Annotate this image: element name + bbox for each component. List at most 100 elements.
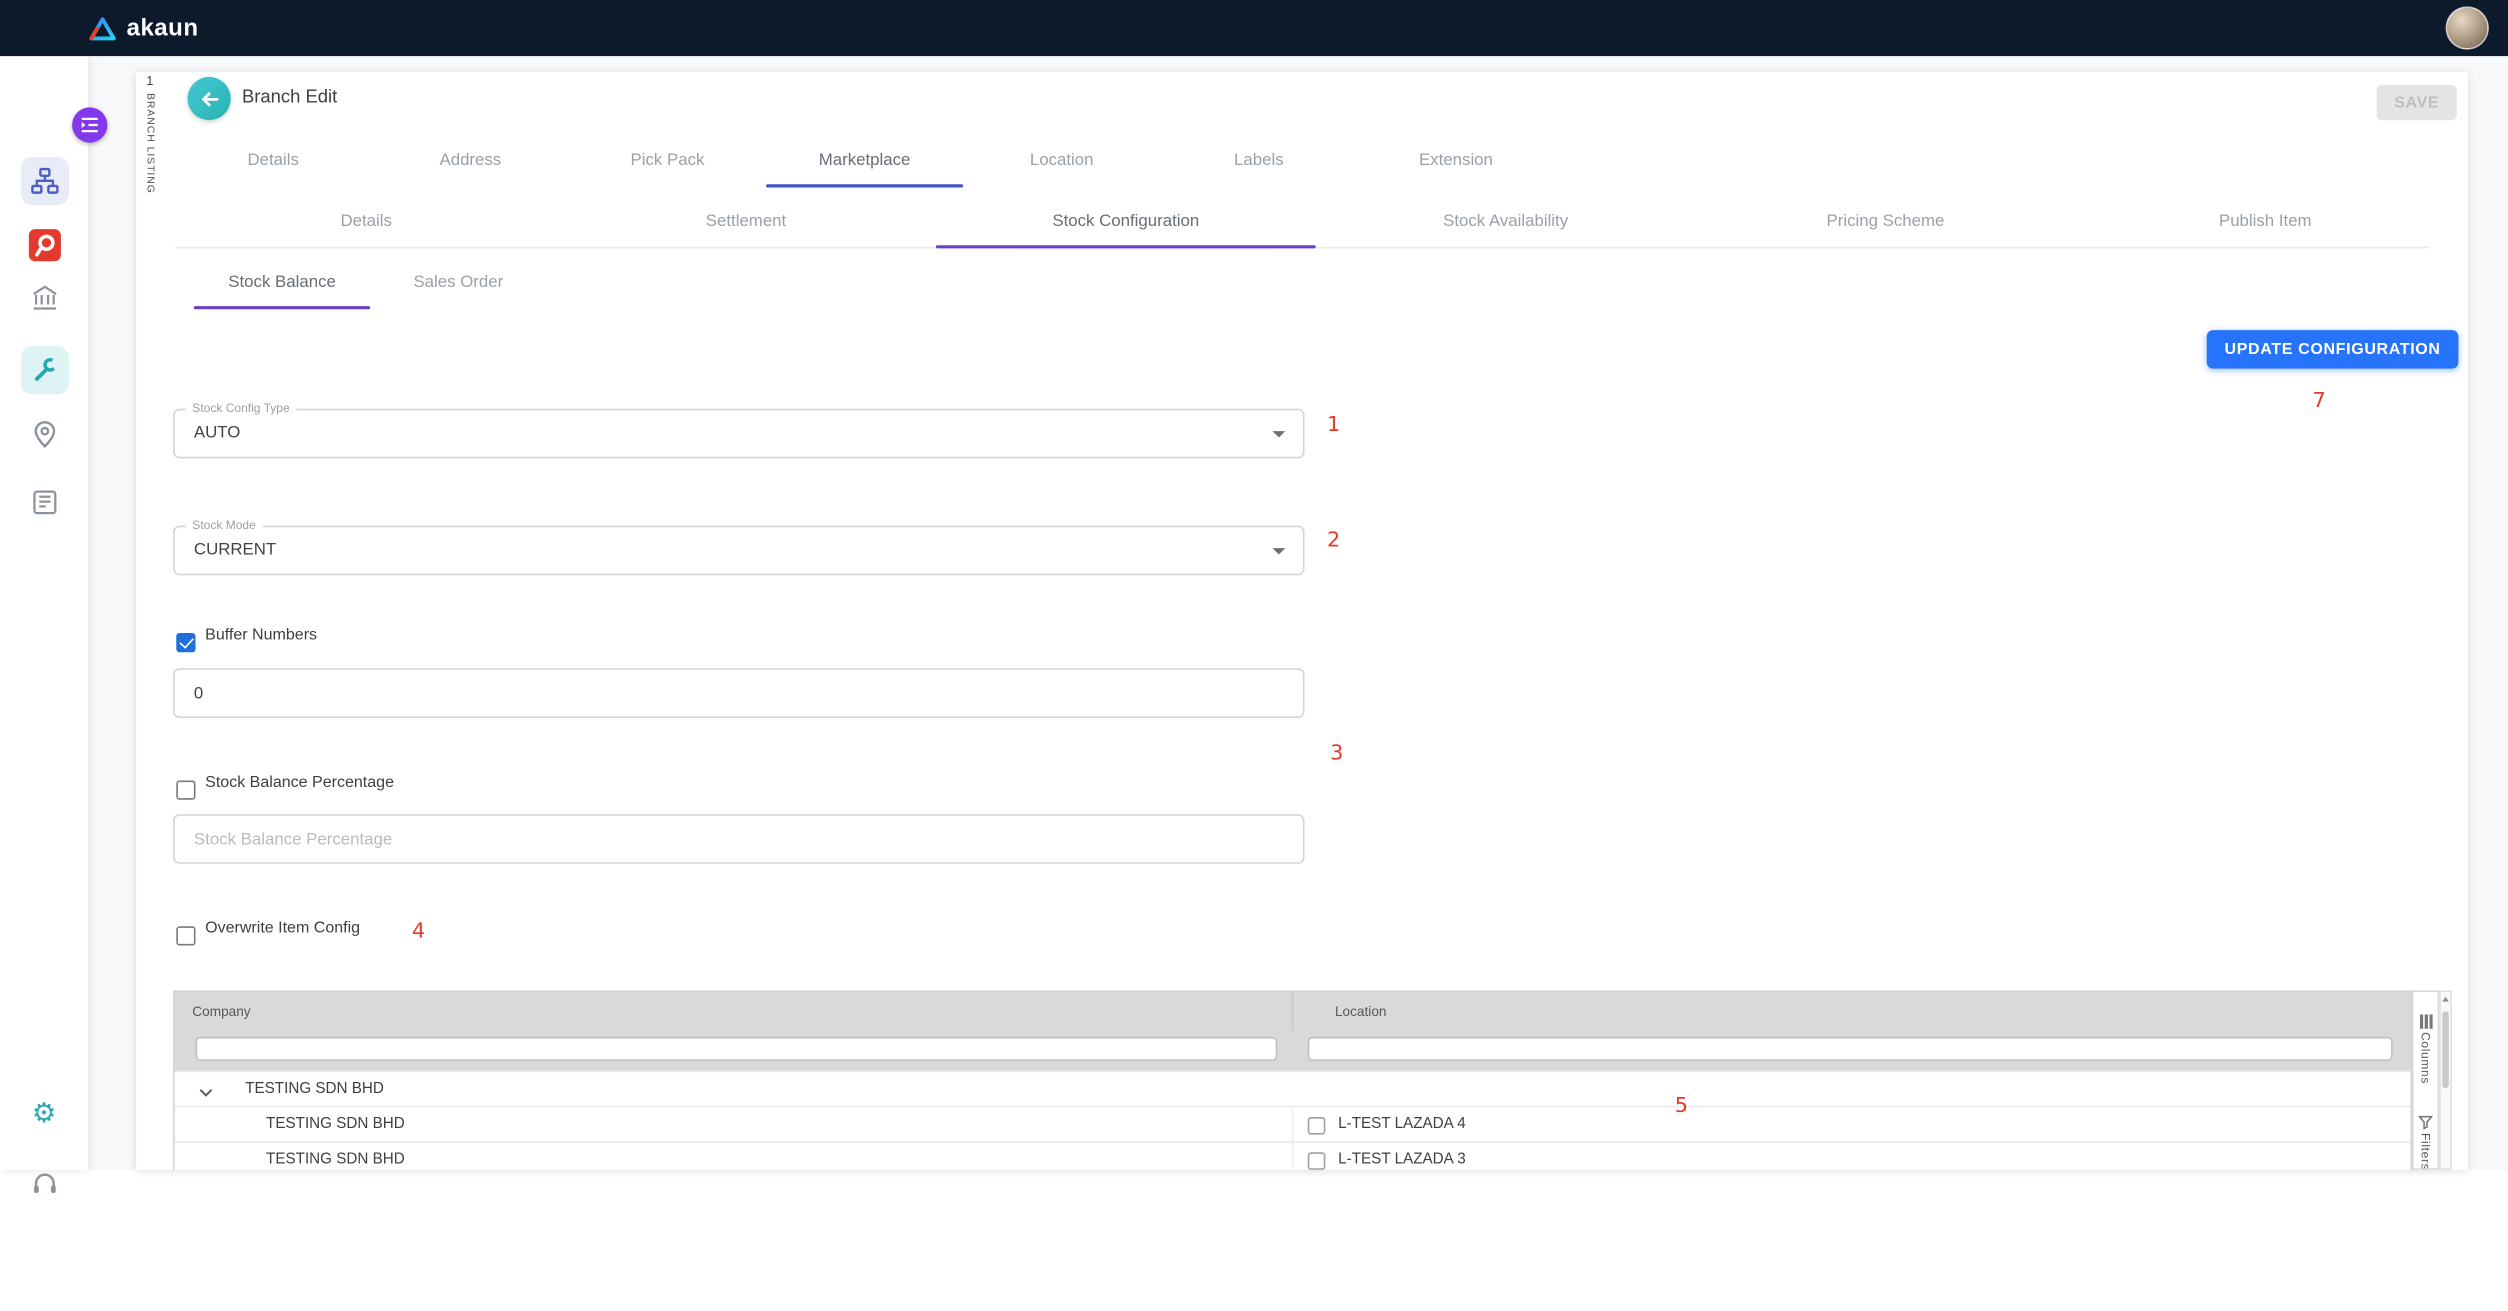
overwrite-item-config-checkbox[interactable] xyxy=(176,926,195,945)
group-row-label: TESTING SDN BHD xyxy=(245,1072,384,1107)
location-filter-input[interactable] xyxy=(1308,1037,2393,1061)
filter-funnel-icon xyxy=(2418,1116,2432,1130)
tabs-level1: Details Address Pick Pack Marketplace Lo… xyxy=(175,133,2430,187)
grid-header: Company Location xyxy=(175,992,2411,1030)
tabs-level3: Stock Balance Sales Order xyxy=(194,255,547,309)
arrow-left-icon xyxy=(198,87,220,109)
column-header-location[interactable]: Location xyxy=(1335,992,1387,1030)
annotation-1: 1 xyxy=(1327,413,1340,437)
columns-panel-button[interactable]: Columns xyxy=(2418,1014,2432,1084)
sidebar-item-location[interactable] xyxy=(31,420,57,449)
user-avatar[interactable] xyxy=(2446,6,2489,49)
wrench-icon xyxy=(30,356,59,385)
tabs-level2: Details Settlement Stock Configuration S… xyxy=(176,194,2455,248)
cell-divider xyxy=(1292,1143,1294,1170)
tab-pricing-scheme[interactable]: Pricing Scheme xyxy=(1696,194,2076,248)
grid-vertical-scrollbar[interactable] xyxy=(2439,990,2452,1169)
location-checkbox[interactable] xyxy=(1308,1116,1326,1134)
cell-divider xyxy=(1292,1107,1294,1142)
topbar: akaun xyxy=(0,0,2508,56)
company-filter-input[interactable] xyxy=(196,1037,1278,1061)
headset-icon xyxy=(30,1170,59,1197)
columns-icon xyxy=(2419,1014,2432,1028)
tab-details[interactable]: Details xyxy=(175,133,372,187)
save-button[interactable]: SAVE xyxy=(2377,85,2457,120)
page-title: Branch Edit xyxy=(242,88,337,107)
sidebar-expand-button[interactable] xyxy=(72,107,107,142)
sidebar-item-settings[interactable]: ⚙ xyxy=(32,1101,56,1128)
active-tab-underline xyxy=(936,244,1316,248)
tab-mp-details[interactable]: Details xyxy=(176,194,556,248)
stock-balance-percentage-label: Stock Balance Percentage xyxy=(205,774,394,792)
grid-sidebar-buttons: Columns Filters xyxy=(2412,990,2439,1169)
rail-label: BRANCH LISTING xyxy=(144,93,155,194)
scroll-up-arrow[interactable] xyxy=(2442,997,2448,1002)
stock-balance-percentage-checkbox[interactable] xyxy=(176,780,195,799)
card-icon xyxy=(30,489,57,516)
tab-publish-item[interactable]: Publish Item xyxy=(2075,194,2455,248)
tab-stock-configuration[interactable]: Stock Configuration xyxy=(936,194,1316,248)
active-tab-underline xyxy=(194,306,370,309)
tab-address[interactable]: Address xyxy=(372,133,569,187)
column-header-company[interactable]: Company xyxy=(192,992,250,1030)
tab-stock-balance[interactable]: Stock Balance xyxy=(194,255,370,309)
location-cell: L-TEST LAZADA 4 xyxy=(1338,1107,1466,1142)
columns-button-label: Columns xyxy=(2418,1032,2432,1084)
sidebar-item-support[interactable] xyxy=(30,1170,59,1197)
stock-config-type-value: AUTO xyxy=(194,410,240,456)
tab-labels[interactable]: Labels xyxy=(1160,133,1357,187)
tab-settlement[interactable]: Settlement xyxy=(556,194,936,248)
gear-icon: ⚙ xyxy=(32,1101,56,1128)
sidebar-item-hierarchy[interactable] xyxy=(20,157,68,205)
branch-listing-rail: 1 BRANCH LISTING xyxy=(139,74,160,194)
chevron-down-icon[interactable] xyxy=(199,1085,213,1103)
tab-sales-order[interactable]: Sales Order xyxy=(370,255,546,309)
active-tab-underline xyxy=(766,184,963,187)
table-row[interactable]: TESTING SDN BHD L-TEST LAZADA 3 xyxy=(175,1141,2411,1170)
indent-menu-icon xyxy=(80,117,99,133)
sidebar-item-device[interactable] xyxy=(30,489,57,516)
company-cell: TESTING SDN BHD xyxy=(266,1143,405,1170)
stock-config-type-select[interactable]: AUTO xyxy=(173,409,1304,459)
sidebar-item-pdf[interactable] xyxy=(26,228,61,263)
overwrite-item-config-label: Overwrite Item Config xyxy=(205,920,360,938)
stock-config-type-label: Stock Config Type xyxy=(186,401,296,415)
location-checkbox[interactable] xyxy=(1308,1151,1326,1169)
annotation-7: 7 xyxy=(2313,389,2326,413)
chevron-down-icon xyxy=(1272,431,1285,437)
company-cell: TESTING SDN BHD xyxy=(266,1107,405,1142)
buffer-numbers-input[interactable] xyxy=(173,668,1304,718)
tab-marketplace[interactable]: Marketplace xyxy=(766,133,963,187)
filters-button-label: Filters xyxy=(2418,1134,2432,1170)
sidebar-item-tools[interactable] xyxy=(20,346,68,394)
update-configuration-button[interactable]: UPDATE CONFIGURATION xyxy=(2207,330,2459,368)
brand-logo[interactable]: akaun xyxy=(88,14,198,41)
app-window: akaun xyxy=(0,0,2508,1311)
hierarchy-icon xyxy=(30,167,59,196)
annotation-4: 4 xyxy=(412,920,425,944)
app-sidebar: ⚙ xyxy=(0,56,88,1170)
stock-mode-label: Stock Mode xyxy=(186,518,262,532)
branch-edit-card: Branch Edit SAVE Details Address Pick Pa… xyxy=(136,72,2468,1170)
rail-index: 1 xyxy=(146,74,153,88)
sidebar-item-organization[interactable] xyxy=(30,284,59,313)
table-row[interactable]: TESTING SDN BHD L-TEST LAZADA 4 xyxy=(175,1106,2411,1141)
buffer-numbers-checkbox[interactable] xyxy=(176,633,195,652)
tab-pick-pack[interactable]: Pick Pack xyxy=(569,133,766,187)
back-button[interactable] xyxy=(188,77,231,120)
annotation-3: 3 xyxy=(1330,742,1343,766)
tab-location[interactable]: Location xyxy=(963,133,1160,187)
stock-mode-select[interactable]: CURRENT xyxy=(173,526,1304,576)
annotation-2: 2 xyxy=(1327,529,1340,553)
chevron-down-icon xyxy=(1272,548,1285,554)
group-row[interactable]: TESTING SDN BHD xyxy=(175,1071,2411,1106)
tab-stock-availability[interactable]: Stock Availability xyxy=(1316,194,1696,248)
location-cell: L-TEST LAZADA 3 xyxy=(1338,1143,1466,1170)
filters-panel-button[interactable]: Filters xyxy=(2418,1116,2432,1170)
buffer-numbers-label: Buffer Numbers xyxy=(205,627,317,645)
scrollbar-thumb[interactable] xyxy=(2442,1011,2448,1088)
map-pin-icon xyxy=(31,420,57,449)
stock-balance-percentage-input[interactable] xyxy=(173,814,1304,864)
annotation-5: 5 xyxy=(1675,1095,1688,1119)
tab-extension[interactable]: Extension xyxy=(1357,133,1554,187)
